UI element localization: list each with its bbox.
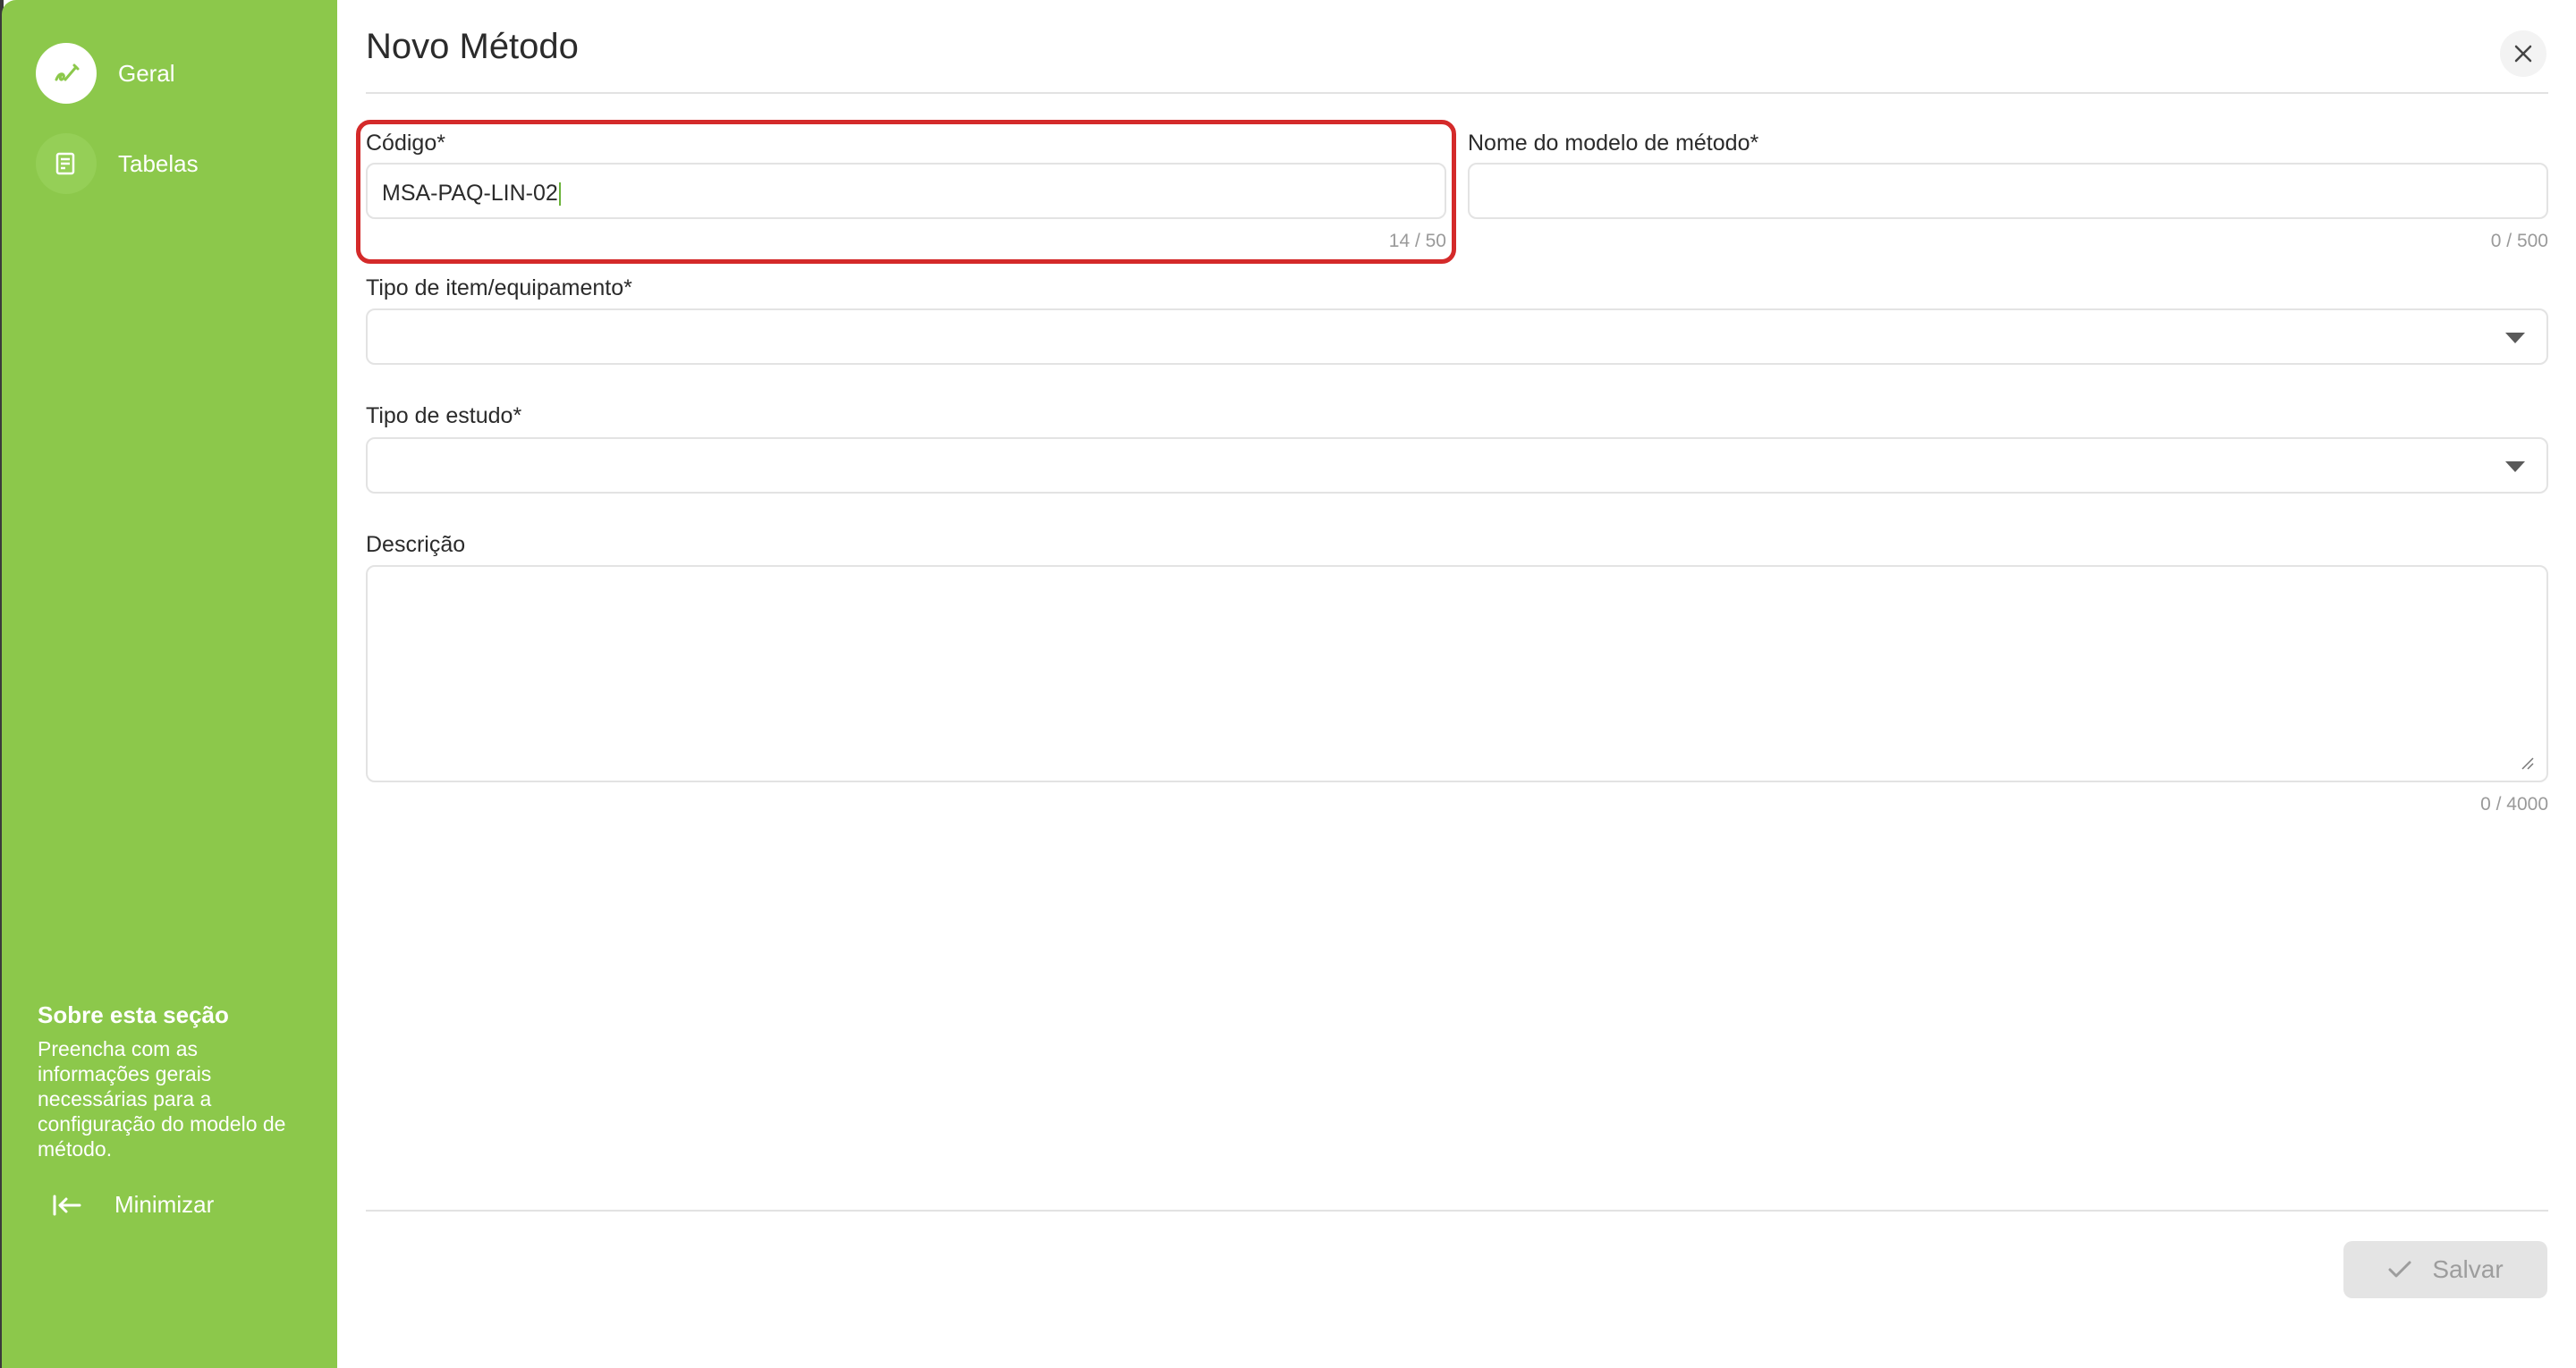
save-label: Salvar	[2432, 1255, 2504, 1283]
about-text: Preencha com as informações gerais neces…	[38, 1037, 286, 1161]
tipo-item-select[interactable]	[366, 308, 2548, 365]
collapse-left-icon	[53, 1195, 81, 1215]
nome-label: Nome do modelo de método*	[1468, 131, 1759, 156]
resize-handle-icon[interactable]	[2520, 756, 2534, 770]
descricao-counter: 0 / 4000	[2480, 794, 2548, 815]
sidebar-item-geral[interactable]: Geral	[36, 42, 175, 105]
codigo-label: Código*	[366, 131, 445, 156]
header-divider	[366, 92, 2548, 94]
chevron-down-icon	[2505, 333, 2525, 343]
codigo-counter: 14 / 50	[1388, 231, 1446, 251]
sidebar-item-label: Geral	[118, 59, 175, 87]
nome-input[interactable]	[1468, 163, 2548, 219]
save-button[interactable]: Salvar	[2343, 1241, 2547, 1298]
check-icon	[2388, 1261, 2411, 1278]
chevron-down-icon	[2505, 461, 2525, 472]
about-section: Sobre esta seção Preencha com as informa…	[38, 1001, 306, 1161]
sidebar-item-label: Tabelas	[118, 149, 199, 177]
tipo-estudo-select[interactable]	[366, 437, 2548, 494]
text-cursor	[558, 182, 561, 207]
close-button[interactable]	[2500, 30, 2546, 77]
codigo-value: MSA-PAQ-LIN-02	[382, 181, 558, 206]
sidebar-item-tabelas[interactable]: Tabelas	[36, 132, 199, 195]
close-icon	[2514, 45, 2532, 63]
minimize-label: Minimizar	[114, 1191, 215, 1218]
minimize-button[interactable]: Minimizar	[52, 1191, 214, 1219]
tipo-item-label: Tipo de item/equipamento*	[366, 275, 632, 300]
tipo-estudo-label: Tipo de estudo*	[366, 403, 522, 428]
descricao-textarea[interactable]	[366, 565, 2548, 782]
about-title: Sobre esta seção	[38, 1001, 229, 1028]
link-edit-icon	[36, 43, 97, 104]
codigo-input[interactable]: MSA-PAQ-LIN-02	[366, 163, 1446, 219]
descricao-label: Descrição	[366, 532, 466, 557]
footer-divider	[366, 1210, 2548, 1212]
dialog-title: Novo Método	[366, 27, 579, 66]
sidebar: Geral Tabelas Sobre esta seção Preencha …	[2, 0, 337, 1368]
table-list-icon	[36, 133, 97, 194]
nome-counter: 0 / 500	[2490, 231, 2548, 251]
